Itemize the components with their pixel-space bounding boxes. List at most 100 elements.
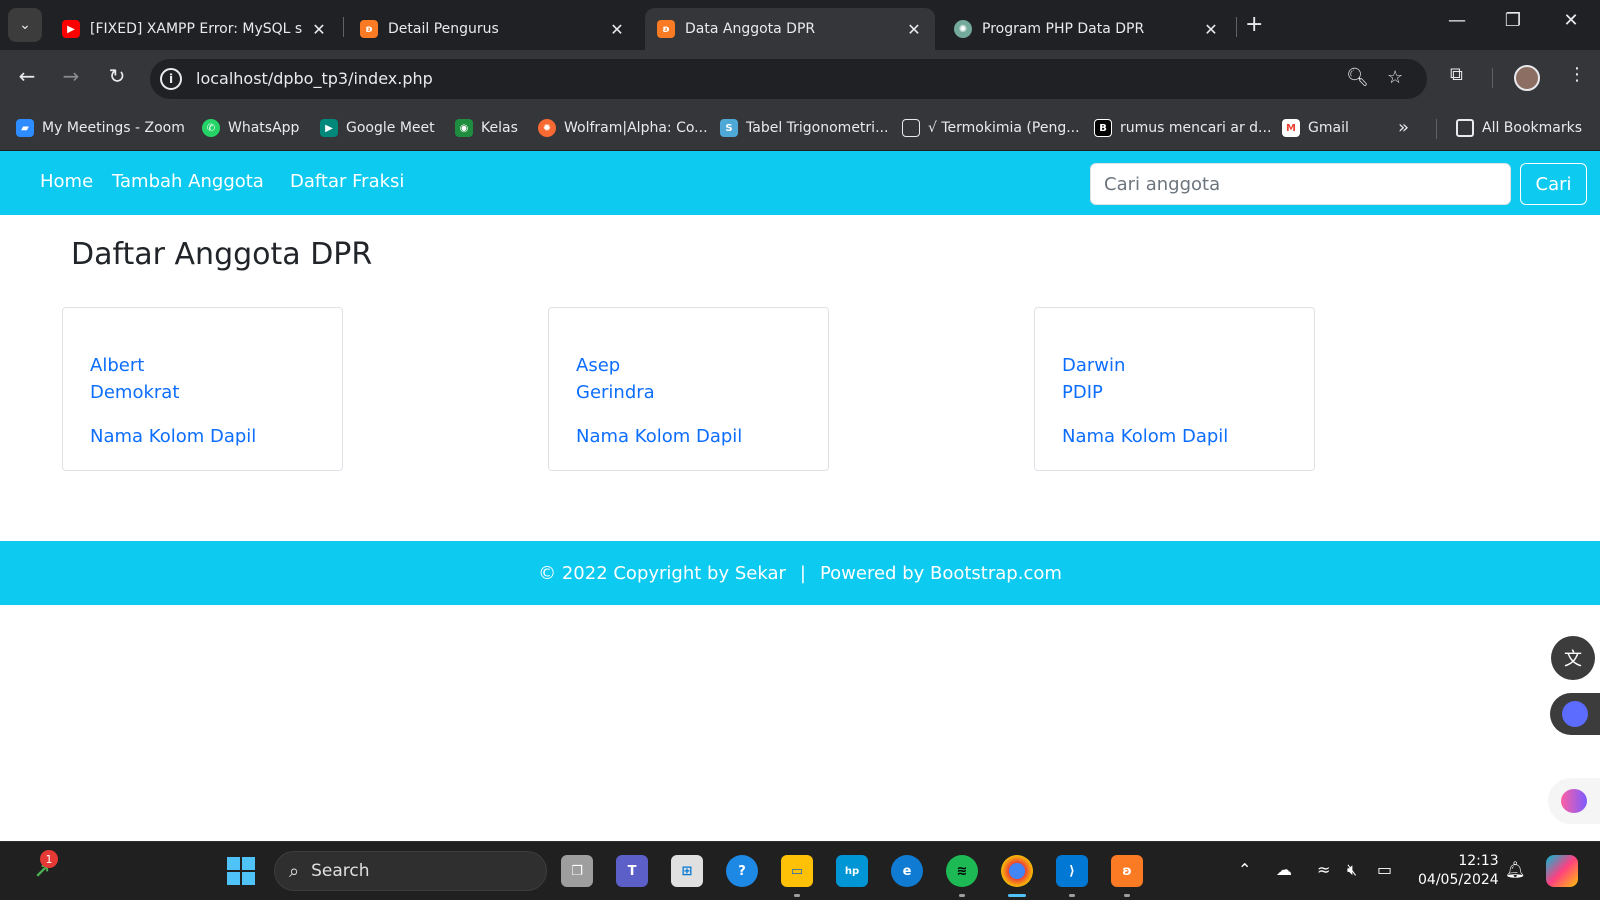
microsoft-store-icon[interactable]: ⊞: [671, 855, 703, 887]
chatgpt-icon: ✺: [954, 20, 972, 38]
member-name-link[interactable]: Darwin: [1062, 355, 1125, 376]
bookmark-wolfram[interactable]: ✹ Wolfram|Alpha: Co...: [538, 119, 708, 137]
notification-bell-icon[interactable]: 🔔︎: [1505, 860, 1525, 879]
member-card: Darwin PDIP Nama Kolom Dapil: [1034, 307, 1315, 471]
task-view-icon[interactable]: ❐: [561, 855, 593, 887]
page-viewport: Home Tambah Anggota Daftar Fraksi Cari D…: [0, 151, 1600, 841]
search-input[interactable]: [1090, 163, 1511, 205]
edge-icon[interactable]: e: [891, 855, 923, 887]
extensions-icon[interactable]: ⧉: [1450, 64, 1463, 85]
file-explorer-icon[interactable]: ▭: [781, 855, 813, 887]
bookmark-label: Wolfram|Alpha: Co...: [564, 120, 708, 136]
spotify-icon[interactable]: ≋: [946, 855, 978, 887]
close-window-button[interactable]: ✕: [1556, 10, 1586, 31]
browser-tab-2[interactable]: ʚ Detail Pengurus ✕: [348, 8, 638, 50]
back-button[interactable]: ←: [12, 64, 42, 88]
bookmark-label: Kelas: [481, 120, 518, 136]
get-help-icon[interactable]: ?: [726, 855, 758, 887]
bookmark-tabel-trigonometri[interactable]: S Tabel Trigonometri...: [720, 119, 888, 137]
restore-button[interactable]: ❐: [1498, 10, 1528, 31]
minimize-button[interactable]: —: [1442, 10, 1472, 31]
browser-tab-1[interactable]: ▶ [FIXED] XAMPP Error: MySQL sh ✕: [50, 8, 340, 50]
search-icon: ⌕: [289, 860, 300, 882]
site-footer: © 2022 Copyright by Sekar | Powered by B…: [0, 541, 1600, 605]
close-icon[interactable]: ✕: [608, 20, 626, 39]
gmail-icon: M: [1282, 119, 1300, 137]
tab-title: Program PHP Data DPR: [982, 21, 1145, 37]
folder-icon: [1456, 119, 1474, 137]
book-icon: [902, 119, 920, 137]
s-icon: S: [720, 119, 738, 137]
copilot-icon[interactable]: [1546, 855, 1578, 887]
nav-daftar-fraksi-link[interactable]: Daftar Fraksi: [290, 171, 404, 192]
wolfram-icon: ✹: [538, 119, 556, 137]
zoom-icon[interactable]: 🔍︎: [1346, 67, 1369, 88]
taskbar-clock[interactable]: 12:13 04/05/2024: [1418, 852, 1499, 890]
bookmark-label: My Meetings - Zoom: [42, 120, 185, 136]
member-party-link[interactable]: Gerindra: [576, 382, 655, 403]
member-name-link[interactable]: Albert: [90, 355, 144, 376]
bookmark-star-icon[interactable]: ☆: [1387, 67, 1403, 88]
browser-tab-4[interactable]: ✺ Program PHP Data DPR ✕: [942, 8, 1232, 50]
bookmark-termokimia[interactable]: √ Termokimia (Peng...: [902, 119, 1080, 137]
site-info-icon[interactable]: i: [160, 68, 182, 90]
tab-title: Detail Pengurus: [388, 21, 499, 37]
member-dapil-link[interactable]: Nama Kolom Dapil: [90, 426, 256, 447]
xampp-icon: ʚ: [657, 20, 675, 38]
chevron-up-icon[interactable]: ⌃: [1238, 860, 1251, 879]
forward-button[interactable]: →: [56, 64, 86, 88]
close-icon[interactable]: ✕: [310, 20, 328, 39]
address-bar[interactable]: i localhost/dpbo_tp3/index.php 🔍︎ ☆: [150, 59, 1427, 99]
volume-muted-icon[interactable]: 🔇︎: [1347, 860, 1357, 880]
menu-kebab-icon[interactable]: ⋮: [1568, 64, 1586, 85]
site-navbar: Home Tambah Anggota Daftar Fraksi Cari: [0, 151, 1600, 215]
nav-tambah-anggota-link[interactable]: Tambah Anggota: [112, 171, 264, 192]
onedrive-icon[interactable]: ☁: [1276, 860, 1292, 879]
member-dapil-link[interactable]: Nama Kolom Dapil: [1062, 426, 1228, 447]
bookmark-zoom[interactable]: ▰ My Meetings - Zoom: [16, 119, 185, 137]
running-indicator: [959, 894, 965, 897]
nav-home-link[interactable]: Home: [40, 171, 93, 192]
teams-icon[interactable]: T: [616, 855, 648, 887]
member-card: Asep Gerindra Nama Kolom Dapil: [548, 307, 829, 471]
bookmark-gmail[interactable]: M Gmail: [1282, 119, 1349, 137]
browser-tab-strip: ⌄ ▶ [FIXED] XAMPP Error: MySQL sh ✕ ʚ De…: [0, 0, 1600, 50]
all-bookmarks-button[interactable]: All Bookmarks: [1456, 119, 1582, 137]
member-party-link[interactable]: PDIP: [1062, 382, 1103, 403]
member-party-link[interactable]: Demokrat: [90, 382, 179, 403]
wifi-icon[interactable]: ≈: [1317, 860, 1330, 879]
active-indicator: [1008, 894, 1026, 897]
taskbar-search-box[interactable]: ⌕ Search: [274, 851, 547, 891]
reload-button[interactable]: ↻: [102, 64, 132, 88]
vscode-icon[interactable]: ⟩: [1056, 855, 1088, 887]
battery-icon[interactable]: ▭: [1377, 860, 1392, 879]
bookmark-google-meet[interactable]: ▶ Google Meet: [320, 119, 435, 137]
bookmark-rumus[interactable]: B rumus mencari ar d...: [1094, 119, 1271, 137]
browser-tab-active[interactable]: ʚ Data Anggota DPR ✕: [645, 8, 935, 50]
profile-avatar[interactable]: [1514, 65, 1540, 91]
xampp-icon[interactable]: ʚ: [1111, 855, 1143, 887]
zoom-icon: ▰: [16, 119, 34, 137]
taskbar-search-label: Search: [311, 861, 370, 881]
member-dapil-link[interactable]: Nama Kolom Dapil: [576, 426, 742, 447]
windows-start-icon[interactable]: [225, 855, 257, 887]
bookmark-whatsapp[interactable]: ✆ WhatsApp: [202, 119, 299, 137]
ai-brain-icon[interactable]: [1548, 778, 1600, 824]
chrome-icon[interactable]: [1001, 855, 1033, 887]
more-bookmarks-chevron-icon[interactable]: »: [1398, 117, 1409, 138]
google-meet-icon: ▶: [320, 119, 338, 137]
new-tab-button[interactable]: +: [1245, 12, 1263, 37]
bookmark-kelas[interactable]: ◉ Kelas: [455, 119, 518, 137]
search-button[interactable]: Cari: [1520, 163, 1587, 205]
close-icon[interactable]: ✕: [1202, 20, 1220, 39]
member-name-link[interactable]: Asep: [576, 355, 620, 376]
close-icon[interactable]: ✕: [905, 20, 923, 39]
translate-icon[interactable]: 文: [1551, 636, 1595, 680]
tab-title: [FIXED] XAMPP Error: MySQL sh: [90, 21, 302, 37]
assistant-bot-icon[interactable]: [1550, 693, 1600, 735]
windows-taskbar: ↗ 1 ⌕ Search ❐ T ⊞ ? ▭ hp e ≋ ⟩ ʚ ⌃ ☁ ≈ …: [0, 841, 1600, 900]
bookmark-label: Gmail: [1308, 120, 1349, 136]
tab-search-button[interactable]: ⌄: [8, 8, 42, 42]
myhp-icon[interactable]: hp: [836, 855, 868, 887]
whatsapp-icon: ✆: [202, 119, 220, 137]
